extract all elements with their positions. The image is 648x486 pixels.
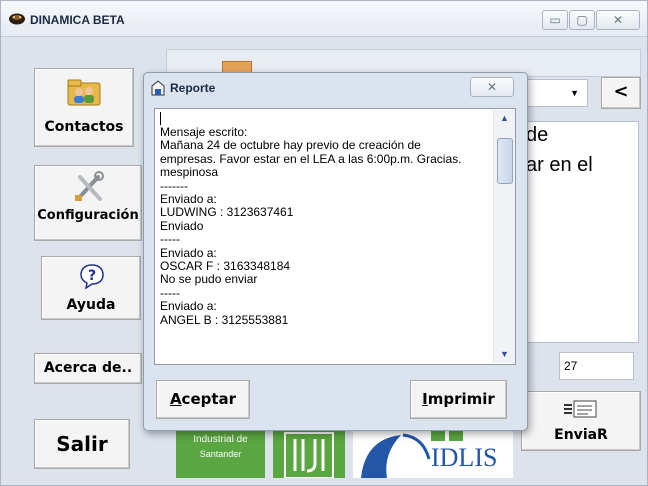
message-text-line-2: ar en el bbox=[526, 154, 593, 176]
maximize-button[interactable]: ▢ bbox=[569, 10, 595, 30]
configuracion-label: Configuración bbox=[37, 208, 139, 223]
counter-field[interactable]: 27 bbox=[559, 352, 634, 380]
logo-text-santander: Santander bbox=[199, 449, 242, 459]
minimize-icon: ▭ bbox=[549, 13, 561, 27]
salir-label: Salir bbox=[56, 432, 108, 456]
tools-icon bbox=[75, 171, 104, 201]
configuracion-button[interactable]: Configuración bbox=[34, 165, 142, 241]
scroll-down-icon[interactable]: ▼ bbox=[500, 349, 509, 359]
report-icon bbox=[151, 80, 165, 96]
back-button[interactable]: < bbox=[601, 77, 641, 109]
logo-text-industrial: Industrial de bbox=[193, 434, 248, 445]
report-line: empresas. Favor estar en el LEA a las 6:… bbox=[160, 151, 462, 166]
close-icon: ✕ bbox=[486, 80, 498, 94]
report-line: mespinosa bbox=[160, 165, 219, 180]
aceptar-button[interactable]: Aceptar bbox=[156, 380, 250, 419]
dropdown-arrow-icon: ▼ bbox=[570, 88, 579, 98]
ayuda-label: Ayuda bbox=[66, 297, 116, 313]
text-cursor bbox=[160, 112, 161, 125]
report-line: OSCAR F : 3163348184 bbox=[160, 259, 291, 274]
back-label: < bbox=[613, 81, 629, 102]
report-line: ----- bbox=[160, 285, 180, 300]
reporte-titlebar: Reporte ✕ bbox=[144, 73, 527, 103]
ayuda-button[interactable]: ? Ayuda bbox=[41, 256, 141, 320]
scroll-up-icon[interactable]: ▲ bbox=[500, 113, 509, 123]
enviar-button[interactable]: EnviaR bbox=[521, 391, 641, 451]
report-line: LUDWING : 3123637461 bbox=[160, 205, 294, 220]
acerca-button[interactable]: Acerca de.. bbox=[34, 353, 142, 384]
acerca-label: Acerca de.. bbox=[43, 360, 133, 376]
salir-button[interactable]: Salir bbox=[34, 419, 130, 469]
scroll-thumb[interactable] bbox=[497, 138, 513, 184]
report-line: ANGEL B : 3125553881 bbox=[160, 312, 289, 327]
imprimir-label: Imprimir bbox=[422, 390, 495, 408]
report-line: Mañana 24 de octubre hay previo de creac… bbox=[160, 138, 421, 153]
contactos-button[interactable]: Contactos bbox=[34, 68, 134, 147]
help-icon: ? bbox=[80, 264, 104, 289]
reporte-dialog: Reporte ✕ Mensaje escrito: Mañana 24 de o… bbox=[143, 72, 528, 431]
counter-value: 27 bbox=[564, 359, 578, 373]
send-icon bbox=[564, 400, 597, 418]
report-line: Enviado bbox=[160, 218, 204, 233]
close-button[interactable]: ✕ bbox=[596, 10, 640, 30]
message-text-line-1: de bbox=[526, 124, 549, 146]
report-textbox[interactable]: Mensaje escrito: Mañana 24 de octubre hay… bbox=[154, 108, 516, 365]
report-line: ------- bbox=[160, 178, 188, 193]
close-icon: ✕ bbox=[612, 13, 624, 27]
reporte-title: Reporte bbox=[170, 81, 216, 95]
report-line: Enviado a: bbox=[160, 299, 217, 314]
maximize-icon: ▢ bbox=[576, 13, 588, 27]
reporte-close-button[interactable]: ✕ bbox=[470, 77, 514, 97]
imprimir-button[interactable]: Imprimir bbox=[410, 380, 507, 419]
report-line: No se pudo enviar bbox=[160, 272, 258, 287]
report-scrollbar[interactable]: ▲ ▼ bbox=[493, 110, 515, 363]
idlis-text: IDLIS bbox=[431, 443, 498, 472]
main-titlebar: DINAMICA BETA ▭ ▢ ✕ bbox=[1, 1, 647, 37]
contact-dropdown[interactable]: ▼ bbox=[521, 79, 588, 107]
report-line: Enviado a: bbox=[160, 192, 217, 207]
minimize-button[interactable]: ▭ bbox=[542, 10, 568, 30]
app-logo-icon bbox=[9, 13, 25, 25]
report-line: ----- bbox=[160, 232, 180, 247]
contactos-label: Contactos bbox=[44, 119, 124, 135]
aceptar-label: Aceptar bbox=[169, 390, 237, 408]
enviar-label: EnviaR bbox=[554, 427, 608, 443]
app-title: DINAMICA BETA bbox=[30, 13, 125, 27]
report-line: Enviado a: bbox=[160, 245, 217, 260]
contacts-icon bbox=[67, 79, 101, 106]
report-content: Mensaje escrito: Mañana 24 de octubre hay… bbox=[160, 125, 490, 327]
report-line: Mensaje escrito: bbox=[160, 125, 248, 139]
svg-text:?: ? bbox=[88, 268, 96, 284]
